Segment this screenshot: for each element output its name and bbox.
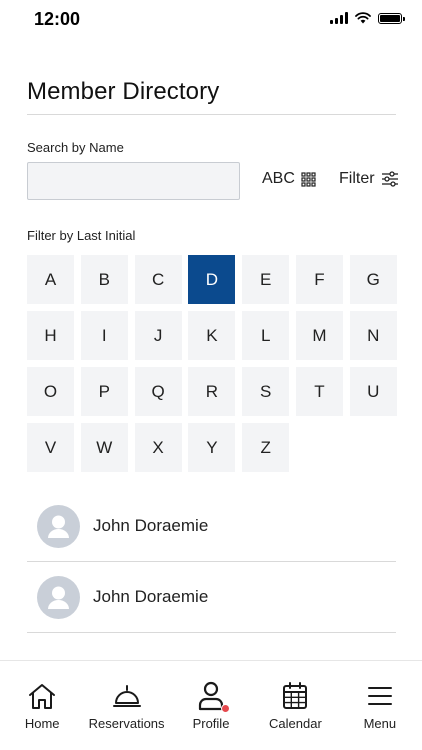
letter-a-button[interactable]: A — [27, 255, 74, 304]
home-icon — [29, 684, 56, 709]
letter-b-button[interactable]: B — [80, 255, 128, 304]
letter-t-button[interactable]: T — [295, 367, 343, 416]
abc-label: ABC — [262, 170, 295, 187]
avatar — [37, 575, 80, 619]
battery-icon — [378, 12, 405, 24]
nav-calendar[interactable]: Calendar — [253, 661, 337, 750]
nav-profile[interactable]: Profile — [169, 661, 253, 750]
letter-l-button[interactable]: L — [242, 311, 290, 360]
user-icon — [48, 586, 69, 609]
wifi-icon — [355, 12, 371, 24]
nav-home[interactable]: Home — [0, 661, 84, 750]
nav-home-label: Home — [24, 716, 60, 731]
search-input[interactable] — [27, 162, 240, 200]
initial-filter-label: Filter by Last Initial — [27, 228, 136, 243]
nav-reservations-label: Reservations — [88, 716, 165, 731]
letter-r-button[interactable]: R — [188, 367, 236, 416]
letter-z-button[interactable]: Z — [242, 423, 290, 472]
nav-calendar-label: Calendar — [269, 716, 322, 731]
nav-menu-label: Menu — [363, 716, 397, 731]
bell-icon — [112, 685, 141, 707]
menu-icon — [367, 687, 392, 705]
member-list: John Doraemie John Doraemie — [27, 491, 396, 633]
letter-n-button[interactable]: N — [349, 311, 397, 360]
status-icons — [330, 12, 405, 24]
abc-sort-button[interactable]: ABC — [262, 170, 316, 188]
letter-i-button[interactable]: I — [80, 311, 128, 360]
list-item[interactable]: John Doraemie — [27, 562, 396, 633]
filter-label: Filter — [339, 170, 375, 187]
letter-x-button[interactable]: X — [134, 423, 182, 472]
notification-dot — [221, 704, 231, 713]
nav-reservations[interactable]: Reservations — [84, 661, 168, 750]
profile-icon — [198, 681, 224, 711]
letter-v-button[interactable]: V — [27, 423, 74, 472]
member-name: John Doraemie — [93, 516, 209, 535]
letter-h-button[interactable]: H — [27, 311, 74, 360]
nav-menu[interactable]: Menu — [338, 661, 422, 750]
letter-u-button[interactable]: U — [349, 367, 397, 416]
letter-y-button[interactable]: Y — [188, 423, 236, 472]
search-label: Search by Name — [27, 140, 124, 155]
member-name: John Doraemie — [93, 587, 209, 606]
letter-f-button[interactable]: F — [295, 255, 343, 304]
list-item[interactable]: John Doraemie — [27, 491, 396, 562]
letter-m-button[interactable]: M — [295, 311, 343, 360]
letter-k-button[interactable]: K — [188, 311, 236, 360]
nav-profile-label: Profile — [192, 716, 230, 731]
letter-o-button[interactable]: O — [27, 367, 74, 416]
filter-button[interactable]: Filter — [339, 170, 399, 188]
calendar-icon — [283, 682, 308, 709]
avatar — [37, 504, 80, 548]
letter-d-button[interactable]: D — [188, 255, 236, 304]
letter-q-button[interactable]: Q — [134, 367, 182, 416]
signal-icon — [330, 12, 348, 24]
letter-w-button[interactable]: W — [80, 423, 128, 472]
title-divider — [27, 114, 396, 115]
grid-icon — [301, 171, 316, 187]
bottom-nav: Home Reservations Profile Calendar Menu — [0, 660, 422, 750]
sliders-icon — [381, 171, 398, 187]
status-bar: 12:00 — [0, 0, 422, 40]
letter-c-button[interactable]: C — [134, 255, 182, 304]
letter-p-button[interactable]: P — [80, 367, 128, 416]
letter-g-button[interactable]: G — [349, 255, 397, 304]
letter-grid: ABCDEFG HIJKLMN OPQRSTU VWXYZ — [27, 255, 397, 472]
status-time: 12:00 — [34, 9, 81, 29]
user-icon — [48, 515, 69, 538]
letter-j-button[interactable]: J — [134, 311, 182, 360]
letter-e-button[interactable]: E — [242, 255, 290, 304]
letter-s-button[interactable]: S — [242, 367, 290, 416]
page-title: Member Directory — [27, 78, 220, 105]
